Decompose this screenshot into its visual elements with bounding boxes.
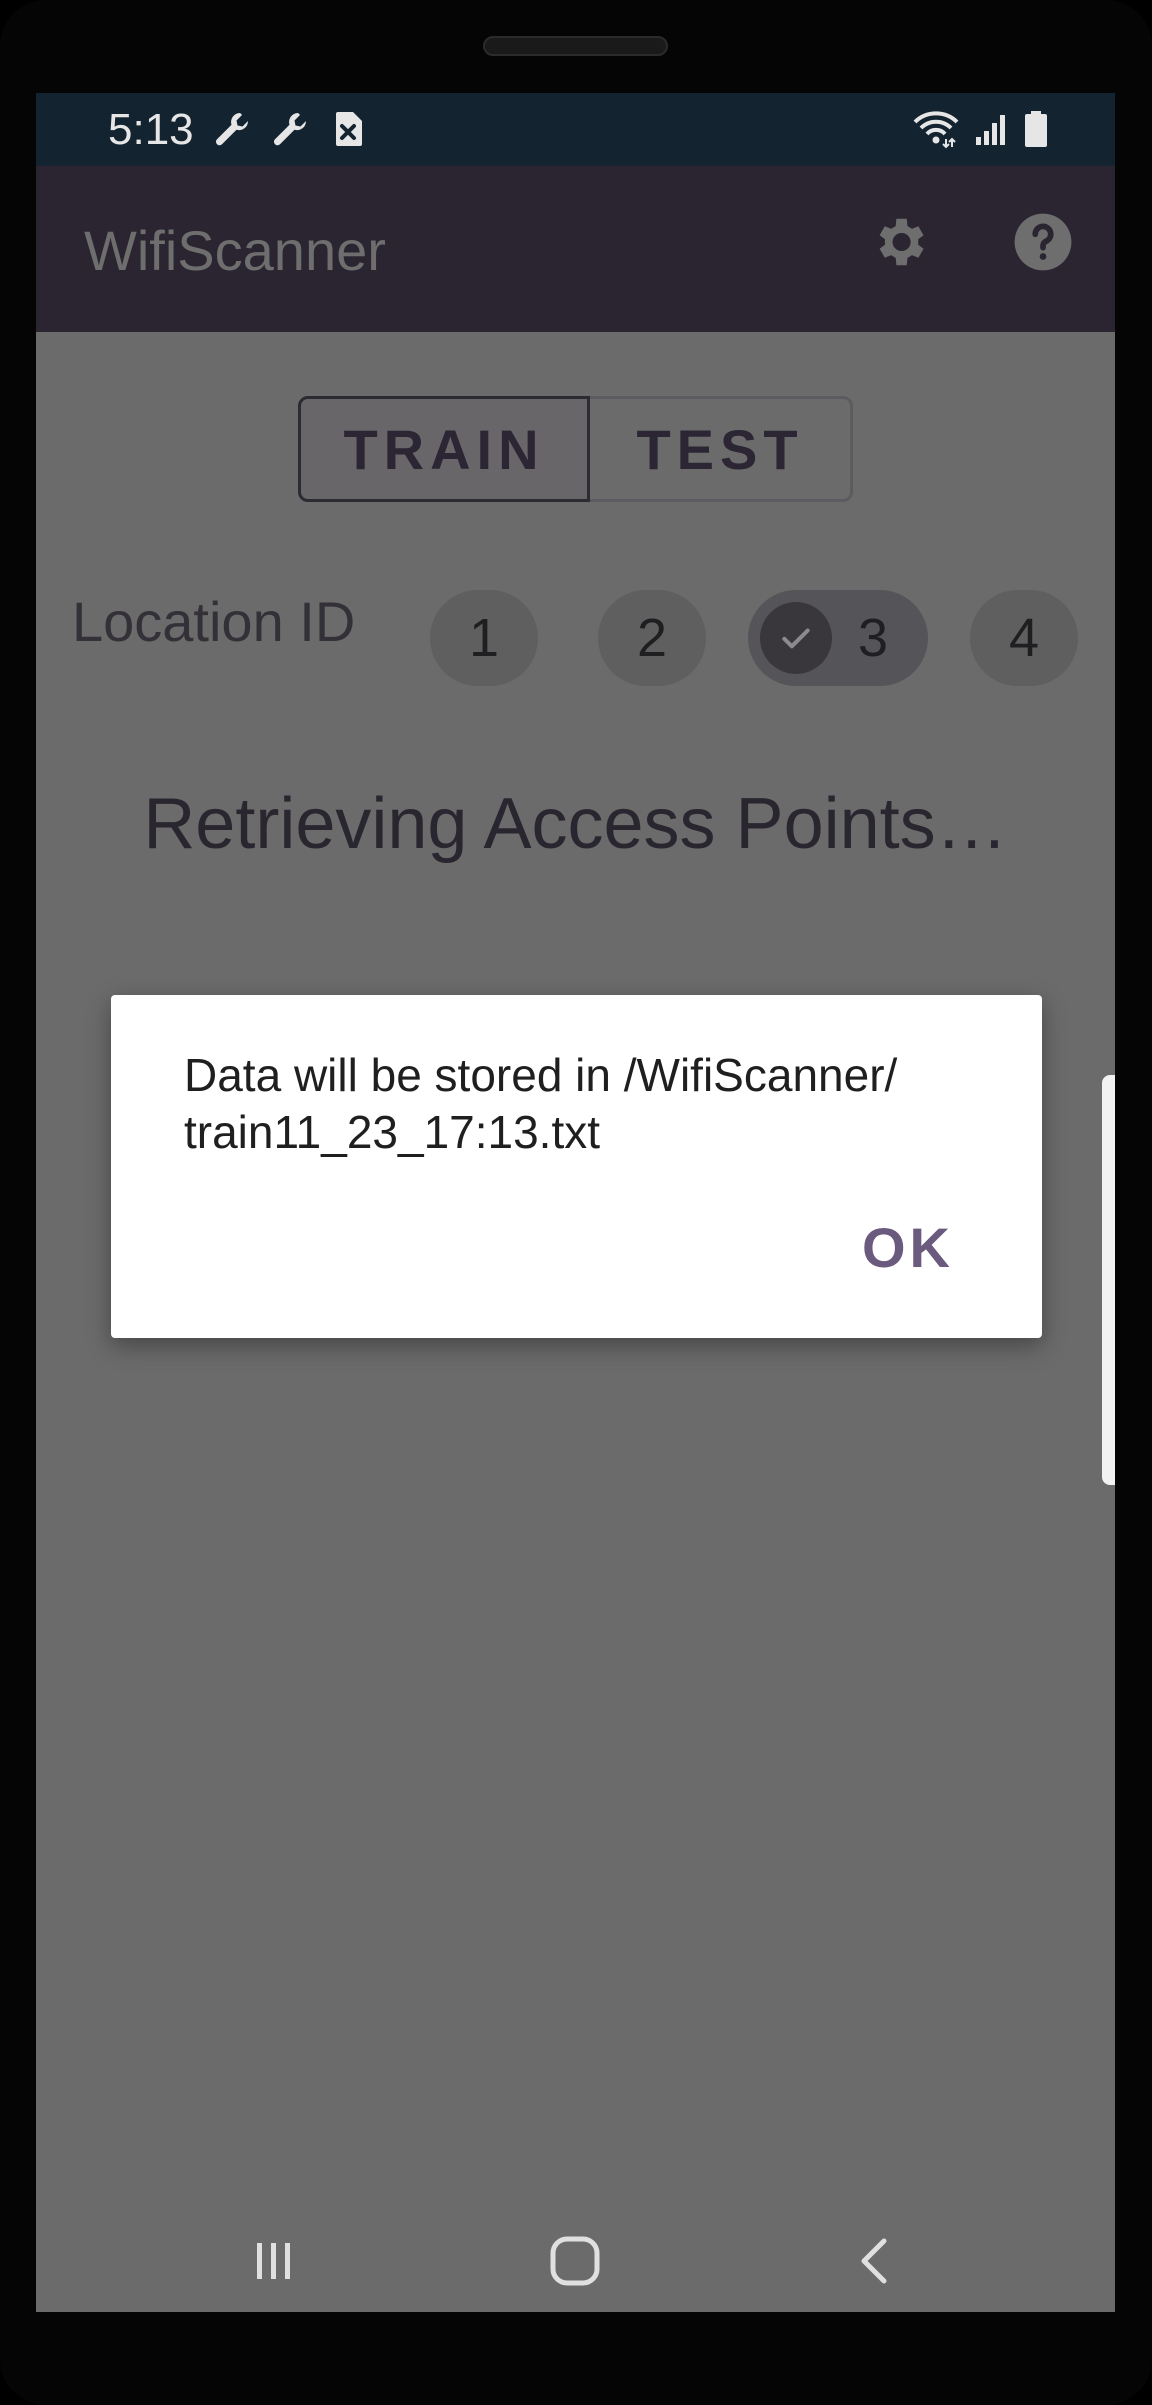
chip-label: 4 <box>1008 608 1040 668</box>
check-icon <box>760 602 832 674</box>
chip-label: 3 <box>858 608 889 668</box>
recent-apps-icon[interactable] <box>244 2231 304 2291</box>
battery-icon <box>1025 111 1047 147</box>
train-toggle-button[interactable]: TRAIN <box>298 396 590 502</box>
navigation-bar <box>36 2203 1115 2312</box>
wifi-icon <box>913 111 959 149</box>
settings-gear-icon[interactable] <box>868 211 930 273</box>
signal-icon <box>976 115 1005 145</box>
sim-blocked-icon <box>336 112 362 146</box>
location-chip-4[interactable]: 4 <box>970 590 1078 686</box>
ok-button[interactable]: OK <box>862 1215 954 1280</box>
device-screen: 5:13 WifiScanner TRAIN TEST Location ID … <box>36 93 1115 2312</box>
retrieving-status-text: Retrieving Access Points… <box>143 784 1008 864</box>
chip-label: 2 <box>636 608 668 668</box>
app-bar: WifiScanner <box>36 166 1115 332</box>
location-chip-1[interactable]: 1 <box>430 590 538 686</box>
chip-label: 1 <box>468 608 500 668</box>
wrench-icon <box>215 113 249 146</box>
back-icon[interactable] <box>846 2231 906 2291</box>
location-chip-3-selected[interactable]: 3 <box>748 590 928 686</box>
location-chip-2[interactable]: 2 <box>598 590 706 686</box>
alert-dialog: Data will be stored in /WifiScanner/ tra… <box>111 995 1042 1338</box>
app-title: WifiScanner <box>84 219 386 282</box>
scrollbar-thumb[interactable] <box>1102 1075 1115 1485</box>
earpiece-speaker <box>483 36 668 56</box>
dialog-message: Data will be stored in /WifiScanner/ tra… <box>184 1049 898 1158</box>
help-circle-icon[interactable] <box>1012 211 1074 273</box>
location-id-label: Location ID <box>72 590 356 653</box>
wrench-icon <box>273 113 307 146</box>
test-toggle-button[interactable]: TEST <box>590 396 853 502</box>
phone-frame: 5:13 WifiScanner TRAIN TEST Location ID … <box>0 0 1152 2405</box>
status-time: 5:13 <box>108 105 194 154</box>
home-icon[interactable] <box>545 2231 605 2291</box>
status-bar: 5:13 <box>36 93 1115 166</box>
mode-toggle-group: TRAIN TEST <box>298 396 853 502</box>
